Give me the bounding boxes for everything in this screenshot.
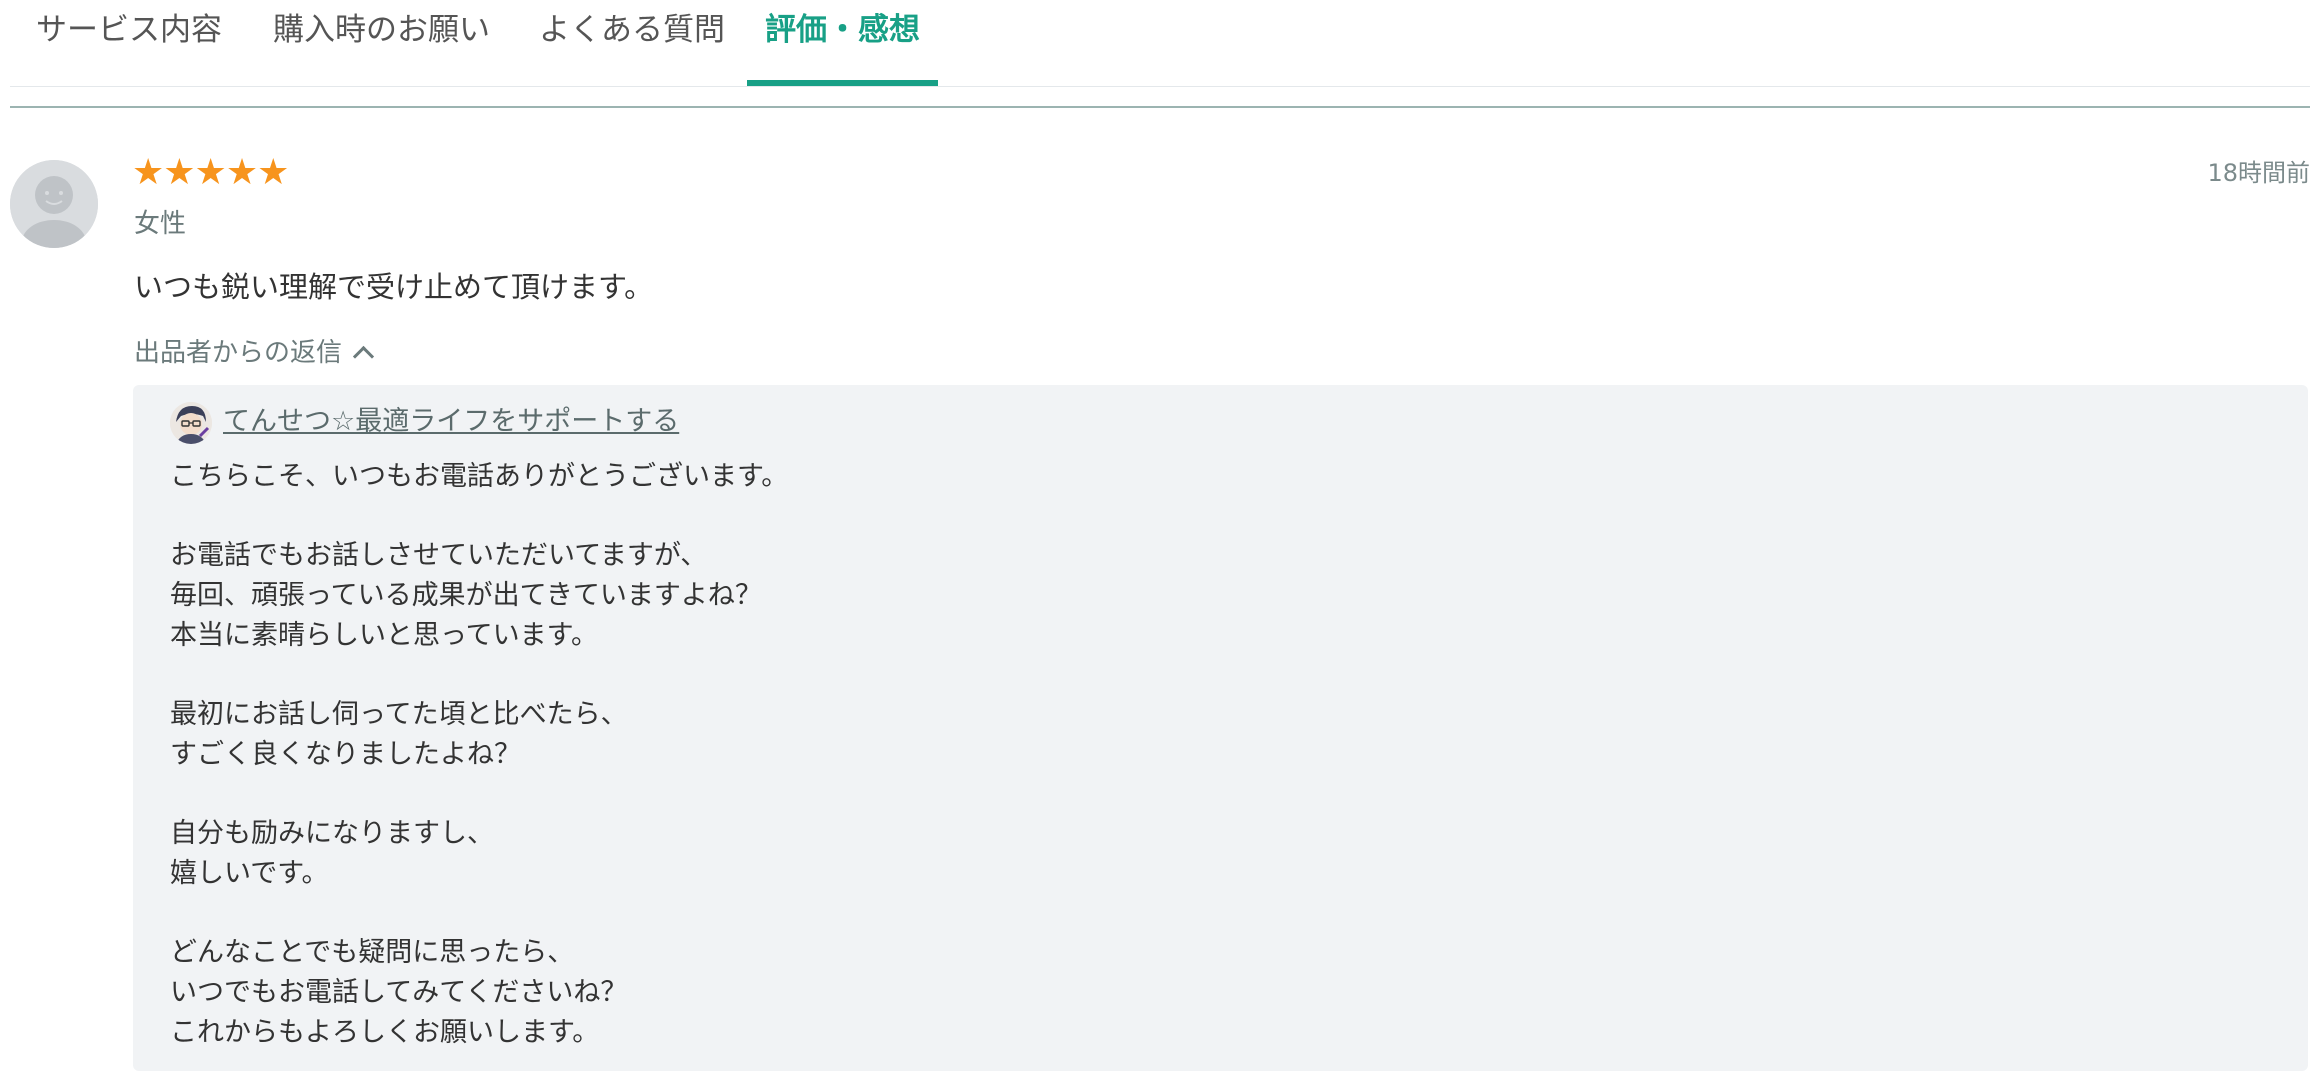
tab-service-details[interactable]: サービス内容 (18, 0, 240, 87)
tab-faq[interactable]: よくある質問 (521, 0, 743, 87)
reply-line: お電話でもお話しさせていただいてますが、 (170, 540, 708, 572)
review-comment: いつも鋭い理解で受け止めて頂けます。 (134, 270, 654, 304)
tab-reviews[interactable]: 評価・感想 (747, 0, 938, 87)
reply-line (170, 655, 2270, 695)
tab-purchase-requests[interactable]: 購入時のお願い (255, 0, 508, 87)
reply-line: 嬉しいです。 (170, 857, 329, 889)
reply-line: こちらこそ、いつもお電話ありがとうございます。 (170, 461, 789, 492)
chevron-up-icon (352, 345, 375, 368)
reply-line: すごく良くなりましたよね？ (170, 738, 521, 770)
reply-line (170, 894, 2270, 934)
reply-line: 自分も励みになりますし、 (170, 818, 494, 850)
reply-line: どんなことでも疑問に思ったら、 (170, 937, 575, 969)
reply-line: 毎回、頑張っている成果が出てきていますよね？ (170, 580, 762, 612)
tab-divider (10, 86, 2310, 87)
section-divider (10, 106, 2310, 108)
reply-line: 最初にお話し伺ってた頃と比べたら、 (170, 699, 628, 731)
reply-line (170, 775, 2270, 815)
seller-reply-toggle[interactable]: 出品者からの返信 (134, 337, 375, 369)
tab-bar: サービス内容 購入時のお願い よくある質問 評価・感想 (10, 0, 2310, 107)
seller-name-link[interactable]: てんせつ☆最適ライフをサポートする (223, 405, 679, 439)
reply-line: いつでもお電話してみてくださいね？ (170, 976, 628, 1008)
reply-line: 本当に素晴らしいと思っています。 (170, 619, 598, 651)
reply-line: これからもよろしくお願いします。 (170, 1016, 600, 1048)
review-timestamp: 18時間前 (2207, 159, 2310, 187)
reply-toggle-label: 出品者からの返信 (134, 338, 343, 368)
seller-reply-box: てんせつ☆最適ライフをサポートする こちらこそ、いつもお電話ありがとうございます… (133, 385, 2308, 1071)
reviewer-gender: 女性 (134, 209, 187, 239)
seller-avatar-icon[interactable] (170, 402, 212, 444)
reply-line (170, 497, 2270, 537)
seller-reply-text: こちらこそ、いつもお電話ありがとうございます。 お電話でもお話しさせていただいてま… (170, 457, 2270, 1052)
reviewer-avatar-icon (10, 160, 98, 248)
review-page: サービス内容 購入時のお願い よくある質問 評価・感想 ★★★★★ 18時間前 … (0, 0, 2322, 1085)
star-rating: ★★★★★ (132, 152, 289, 193)
